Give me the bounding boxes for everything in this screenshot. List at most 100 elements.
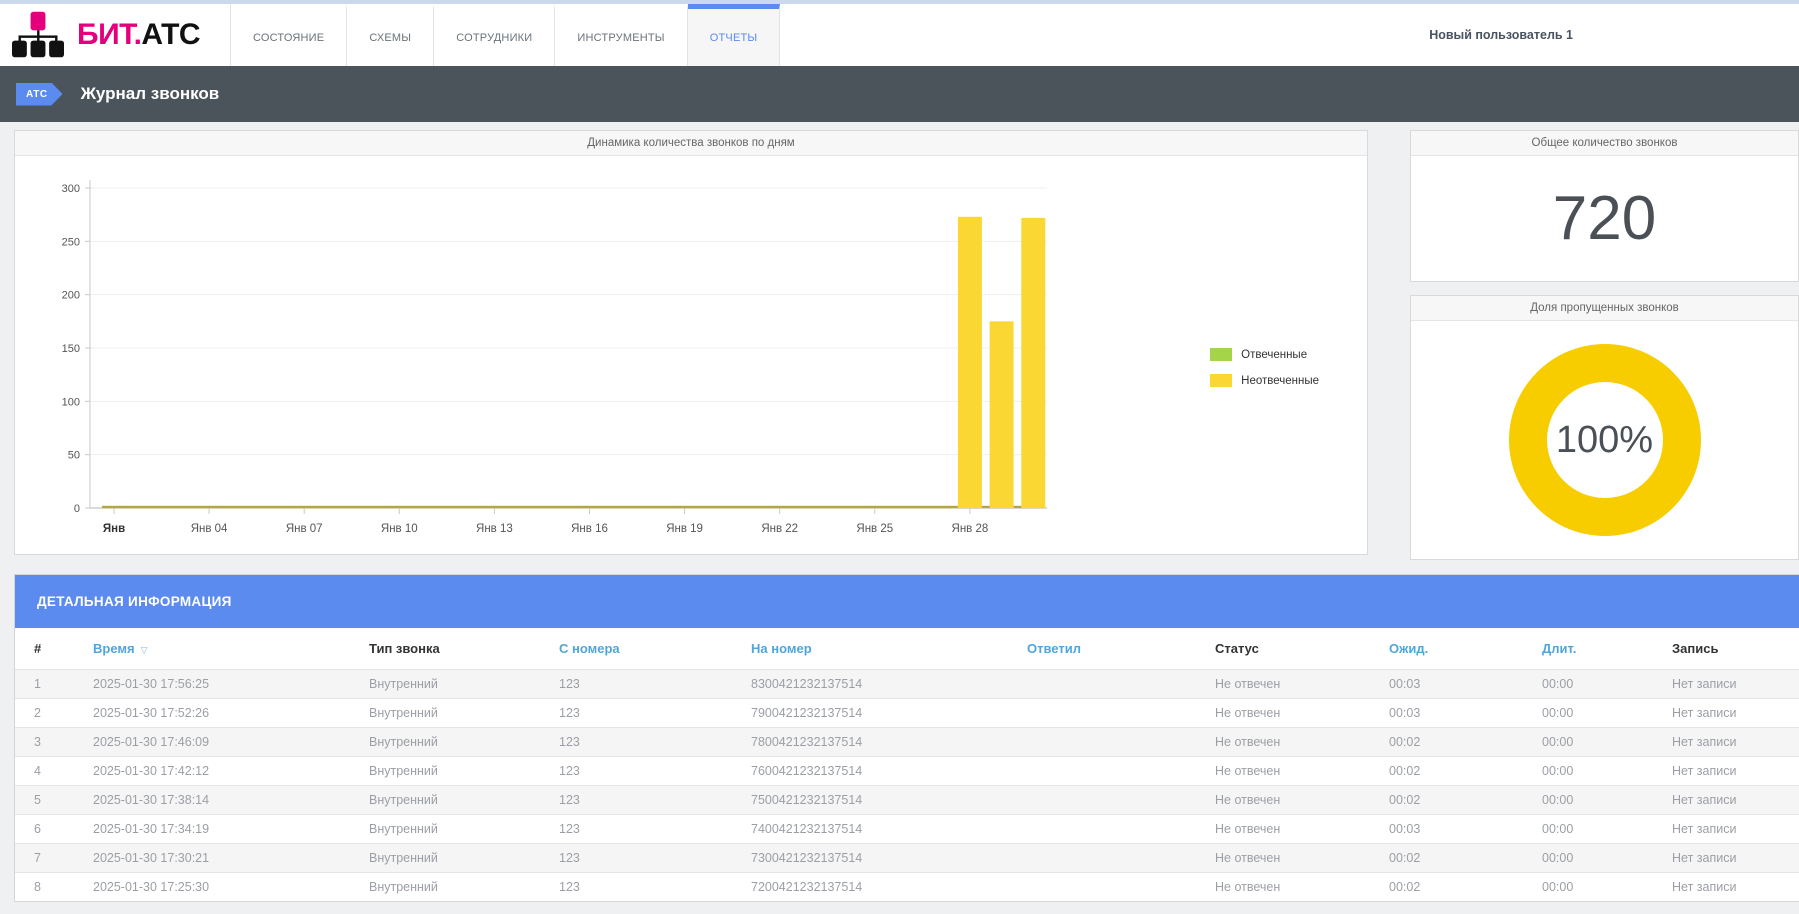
- breadcrumb: АТС Журнал звонков: [0, 66, 1799, 122]
- table-cell: Нет записи: [1664, 757, 1799, 786]
- table-cell: Не отвечен: [1207, 670, 1381, 699]
- table-cell: Не отвечен: [1207, 786, 1381, 815]
- column-header: Запись: [1664, 628, 1799, 670]
- chart-shape: [990, 321, 1014, 508]
- table-cell: 2025-01-30 17:25:30: [85, 873, 361, 902]
- chart-axis-label: Янв 07: [286, 523, 323, 535]
- legend-item-2: Неотвеченные: [1210, 374, 1319, 387]
- table-header-row: #Время▽Тип звонкаС номераНа номерОтветил…: [15, 628, 1799, 670]
- legend-label: Отвеченные: [1241, 349, 1307, 361]
- table-cell: 1: [15, 670, 85, 699]
- table-cell: 2025-01-30 17:30:21: [85, 844, 361, 873]
- chart-axis-label: 0: [74, 503, 80, 515]
- table-cell: Внутренний: [361, 873, 551, 902]
- nav-tab-1[interactable]: СОСТОЯНИЕ: [231, 4, 347, 66]
- table-cell: Не отвечен: [1207, 844, 1381, 873]
- user-menu[interactable]: Новый пользователь 1: [1429, 28, 1573, 42]
- chart-shape: [1021, 218, 1045, 508]
- table-row: 42025-01-30 17:42:12Внутренний1237600421…: [15, 757, 1799, 786]
- logo[interactable]: БИТ.АТС: [0, 4, 230, 66]
- table-cell: 123: [551, 844, 743, 873]
- total-calls-value: 720: [1411, 156, 1798, 281]
- table-cell: 00:00: [1534, 815, 1664, 844]
- table-cell: Не отвечен: [1207, 699, 1381, 728]
- nav-tab-4[interactable]: ИНСТРУМЕНТЫ: [555, 4, 687, 66]
- calls-bar-chart: 050100150200250300ЯнвЯнв 04Янв 07Янв 10Я…: [15, 156, 1367, 552]
- table-cell: Не отвечен: [1207, 728, 1381, 757]
- table-cell: 7: [15, 844, 85, 873]
- org-chart-logo-icon: [12, 11, 64, 59]
- table-cell: 4: [15, 757, 85, 786]
- column-header[interactable]: Длит.: [1534, 628, 1664, 670]
- column-header[interactable]: С номера: [551, 628, 743, 670]
- table-cell: Нет записи: [1664, 844, 1799, 873]
- table-cell: 6: [15, 815, 85, 844]
- chart-axis-label: 300: [62, 183, 80, 195]
- table-body: 12025-01-30 17:56:25Внутренний1238300421…: [15, 670, 1799, 902]
- table-cell: 2: [15, 699, 85, 728]
- table-cell: 123: [551, 699, 743, 728]
- table-cell: 00:00: [1534, 844, 1664, 873]
- chart-axis-label: 50: [68, 450, 80, 462]
- total-calls-title: Общее количество звонков: [1411, 131, 1798, 156]
- table-cell: 00:02: [1381, 728, 1534, 757]
- table-cell: 123: [551, 873, 743, 902]
- sort-desc-icon: ▽: [141, 645, 148, 655]
- legend-swatch: [1210, 374, 1232, 387]
- table-cell: 00:02: [1381, 844, 1534, 873]
- table-cell: Нет записи: [1664, 873, 1799, 902]
- table-row: 22025-01-30 17:52:26Внутренний1237900421…: [15, 699, 1799, 728]
- chart-axis-label: Янв 13: [476, 523, 513, 535]
- table-cell: Нет записи: [1664, 728, 1799, 757]
- table-cell: 7600421232137514: [743, 757, 1019, 786]
- table-cell: [1019, 699, 1207, 728]
- table-cell: 00:02: [1381, 757, 1534, 786]
- nav-tab-3[interactable]: СОТРУДНИКИ: [434, 4, 555, 66]
- table-cell: Внутренний: [361, 670, 551, 699]
- table-cell: 8300421232137514: [743, 670, 1019, 699]
- nav-tab-5[interactable]: ОТЧЕТЫ: [688, 4, 781, 66]
- table-cell: 123: [551, 786, 743, 815]
- nav-tab-2[interactable]: СХЕМЫ: [347, 4, 434, 66]
- missed-share-donut: 100%: [1509, 344, 1701, 536]
- summary-column: Общее количество звонков 720 Доля пропущ…: [1410, 130, 1799, 560]
- table-cell: [1019, 670, 1207, 699]
- column-header[interactable]: Время▽: [85, 628, 361, 670]
- column-header[interactable]: На номер: [743, 628, 1019, 670]
- chart-legend: Отвеченные Неотвеченные: [1210, 348, 1319, 400]
- column-header: Статус: [1207, 628, 1381, 670]
- chart-axis-label: Янв 28: [952, 523, 989, 535]
- missed-share-body: 100%: [1411, 321, 1798, 559]
- table-cell: 7200421232137514: [743, 873, 1019, 902]
- table-cell: 7400421232137514: [743, 815, 1019, 844]
- table-cell: 7300421232137514: [743, 844, 1019, 873]
- chart-axis-label: Янв 10: [381, 523, 418, 535]
- table-cell: 5: [15, 786, 85, 815]
- missed-share-value: 100%: [1547, 382, 1663, 498]
- column-header[interactable]: Ожид.: [1381, 628, 1534, 670]
- legend-swatch: [1210, 348, 1232, 361]
- table-cell: 00:02: [1381, 786, 1534, 815]
- table-cell: Не отвечен: [1207, 873, 1381, 902]
- table-cell: 2025-01-30 17:38:14: [85, 786, 361, 815]
- table-row: 12025-01-30 17:56:25Внутренний1238300421…: [15, 670, 1799, 699]
- table-cell: 00:00: [1534, 873, 1664, 902]
- column-header[interactable]: Ответил: [1019, 628, 1207, 670]
- table-cell: 123: [551, 728, 743, 757]
- logo-text-secondary: АТС: [141, 18, 200, 51]
- table-cell: [1019, 844, 1207, 873]
- chart-shape: [958, 217, 982, 508]
- table-cell: [1019, 786, 1207, 815]
- table-cell: 00:03: [1381, 815, 1534, 844]
- table-cell: Внутренний: [361, 815, 551, 844]
- table-row: 62025-01-30 17:34:19Внутренний1237400421…: [15, 815, 1799, 844]
- table-row: 32025-01-30 17:46:09Внутренний1237800421…: [15, 728, 1799, 757]
- chart-axis-label: 250: [62, 236, 80, 248]
- page-title: Журнал звонков: [81, 84, 220, 104]
- table-cell: 123: [551, 815, 743, 844]
- atc-badge[interactable]: АТС: [16, 83, 63, 106]
- table-cell: 00:00: [1534, 670, 1664, 699]
- table-cell: 00:00: [1534, 757, 1664, 786]
- table-row: 82025-01-30 17:25:30Внутренний1237200421…: [15, 873, 1799, 902]
- table-cell: Не отвечен: [1207, 757, 1381, 786]
